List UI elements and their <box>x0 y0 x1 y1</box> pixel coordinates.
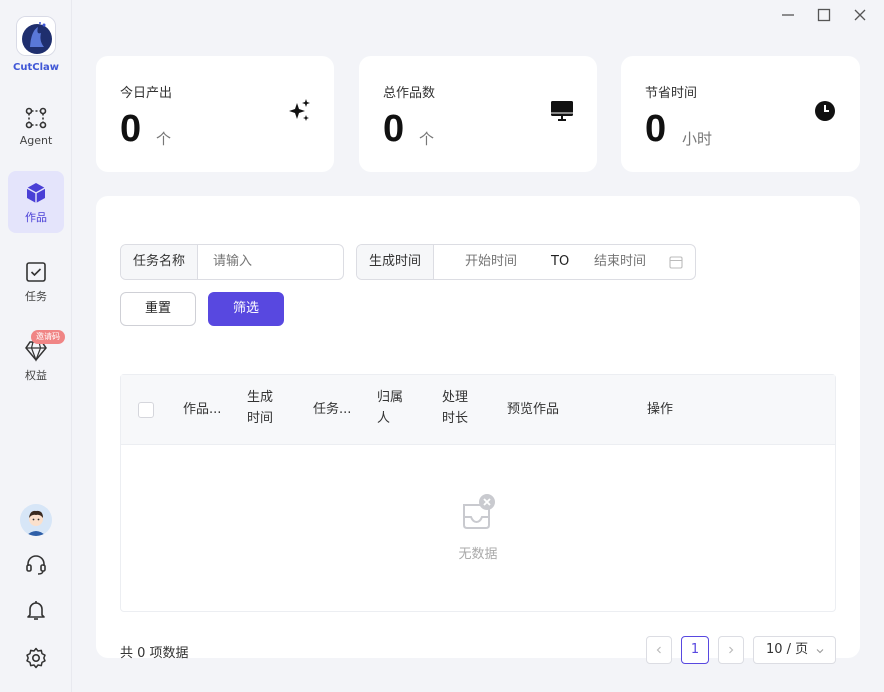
works-panel: 任务名称 生成时间 TO 重置 筛选 作品... 生成 时间 任务... 归属 … <box>96 196 860 664</box>
stat-value: 0 <box>120 108 142 150</box>
start-time-input[interactable] <box>465 245 545 279</box>
task-name-label: 任务名称 <box>121 245 199 279</box>
gear-icon[interactable] <box>24 646 48 670</box>
empty-inbox-icon <box>463 494 495 529</box>
task-name-input[interactable] <box>213 245 333 279</box>
to-separator: TO <box>551 254 570 269</box>
avatar[interactable] <box>20 504 52 536</box>
stat-card-total-works: 总作品数 0 个 <box>359 56 597 172</box>
sidebar: CutClaw Agent 作品 任务 权益 邀请码 <box>0 0 72 692</box>
maximize-icon[interactable] <box>816 7 832 23</box>
table-header: 作品... 生成 时间 任务... 归属 人 处理 时长 预览作品 操作 <box>121 375 835 445</box>
clock-icon <box>815 101 835 121</box>
page-number-button[interactable]: 1 <box>681 636 709 664</box>
reset-button[interactable]: 重置 <box>120 292 196 326</box>
col-header-task[interactable]: 任务... <box>313 399 351 420</box>
filter-button[interactable]: 筛选 <box>208 292 284 326</box>
headset-icon[interactable] <box>24 552 48 576</box>
stat-unit: 个 <box>156 130 172 148</box>
task-name-filter: 任务名称 <box>120 244 344 280</box>
end-time-input[interactable] <box>594 245 674 279</box>
minimize-icon[interactable] <box>780 7 796 23</box>
page-size-select[interactable]: 10 / 页 <box>753 636 836 664</box>
total-count: 共 0 项数据 <box>120 646 189 661</box>
stat-card-today-output: 今日产出 0 个 <box>96 56 334 172</box>
col-header-preview: 预览作品 <box>507 402 560 417</box>
stat-unit: 个 <box>419 130 435 148</box>
stat-value: 0 <box>645 108 667 150</box>
sparkles-icon <box>289 99 310 121</box>
monitor-icon <box>551 101 573 121</box>
cube-icon <box>26 183 46 203</box>
col-header-duration[interactable]: 处理 时长 <box>442 387 468 429</box>
page-size-value: 10 / 页 <box>766 642 809 657</box>
chevron-right-icon <box>729 646 734 654</box>
invite-code-badge: 邀请码 <box>31 330 65 344</box>
sidebar-item-tasks[interactable]: 任务 <box>8 250 64 312</box>
empty-state-text: 无数据 <box>458 547 498 562</box>
stat-card-time-saved: 节省时间 0 小时 <box>621 56 860 172</box>
sidebar-item-label: 作品 <box>25 211 47 224</box>
close-icon[interactable] <box>852 7 868 23</box>
app-logo[interactable] <box>16 16 56 56</box>
stat-title: 节省时间 <box>645 86 698 101</box>
bell-icon[interactable] <box>24 598 48 622</box>
sidebar-item-works[interactable]: 作品 <box>8 171 64 233</box>
sidebar-item-label: 权益 <box>25 369 47 382</box>
calendar-icon[interactable] <box>669 255 683 269</box>
prev-page-button[interactable] <box>646 636 672 664</box>
checkbox-task-icon <box>26 262 46 282</box>
stat-title: 今日产出 <box>120 86 173 101</box>
brand-name: CutClaw <box>13 62 59 73</box>
col-header-work[interactable]: 作品... <box>183 399 221 420</box>
sidebar-item-label: Agent <box>19 134 53 147</box>
col-header-actions: 操作 <box>647 402 674 417</box>
gen-time-filter: 生成时间 TO <box>356 244 696 280</box>
col-header-gen-time[interactable]: 生成 时间 <box>247 387 273 429</box>
select-all-checkbox[interactable] <box>138 402 154 418</box>
avatar-icon <box>20 504 52 536</box>
stat-unit: 小时 <box>682 130 713 148</box>
chevron-down-icon <box>816 649 824 654</box>
sidebar-item-agent[interactable]: Agent <box>8 96 64 158</box>
sidebar-item-label: 任务 <box>25 290 47 303</box>
works-table: 作品... 生成 时间 任务... 归属 人 处理 时长 预览作品 操作 无数据 <box>120 374 836 612</box>
agent-icon <box>25 107 47 129</box>
gen-time-label: 生成时间 <box>357 245 435 279</box>
stat-title: 总作品数 <box>383 86 436 101</box>
chevron-left-icon <box>656 646 661 654</box>
stat-value: 0 <box>383 108 405 150</box>
col-header-owner[interactable]: 归属 人 <box>377 387 403 429</box>
next-page-button[interactable] <box>718 636 744 664</box>
